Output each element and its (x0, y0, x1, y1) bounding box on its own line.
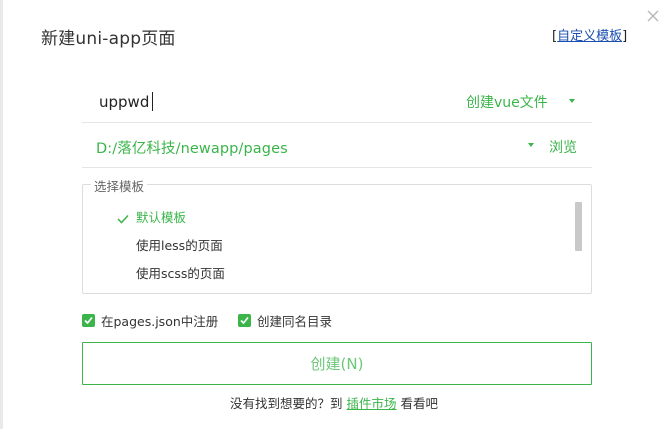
footer-suffix: 看看吧 (400, 396, 438, 411)
register-pages-json-label: 在pages.json中注册 (101, 313, 219, 329)
custom-template-link-wrapper: [自定义模板] (552, 25, 627, 44)
page-name-input[interactable] (99, 91, 399, 113)
page-name-row: 创建vue文件 (82, 82, 592, 123)
bracket-close: ] (622, 29, 628, 44)
template-item-scss[interactable]: 使用scss的页面 (136, 263, 225, 282)
page-path-row: D:/落亿科技/newapp/pages 浏览 (82, 127, 592, 168)
custom-template-link[interactable]: 自定义模板 (557, 29, 622, 44)
template-group: 选择模板 默认模板 使用less的页面 使用scss的页面 (82, 176, 592, 294)
checkbox-checked-icon[interactable] (238, 313, 251, 327)
chevron-down-icon[interactable] (569, 99, 575, 103)
browse-button[interactable]: 浏览 (549, 137, 577, 157)
file-type-select[interactable]: 创建vue文件 (466, 92, 548, 112)
create-button[interactable]: 创建(N) (82, 342, 592, 385)
template-scrollbar[interactable] (575, 202, 582, 251)
register-pages-json-checkbox[interactable]: 在pages.json中注册 (82, 311, 218, 329)
footer-hint: 没有找到想要的？到 插件市场 看看吧 (0, 393, 668, 412)
checkmark-icon (117, 209, 129, 224)
new-page-dialog: 新建uni-app页面 [自定义模板] 创建vue文件 D:/落亿科技/newa… (0, 0, 668, 429)
chevron-down-icon[interactable] (528, 143, 534, 147)
footer-prefix: 没有找到想要的？到 (229, 396, 343, 411)
page-path-field[interactable]: D:/落亿科技/newapp/pages (96, 137, 288, 158)
template-group-legend: 选择模板 (91, 176, 148, 195)
checkbox-checked-icon[interactable] (82, 313, 95, 327)
create-same-name-dir-label: 创建同名目录 (257, 313, 333, 329)
template-item-default[interactable]: 默认模板 (136, 207, 186, 226)
dialog-title: 新建uni-app页面 (41, 29, 176, 49)
window-edge (0, 0, 3, 429)
close-icon[interactable] (645, 8, 661, 24)
text-caret (152, 92, 153, 111)
plugin-market-link[interactable]: 插件市场 (346, 396, 396, 411)
template-item-less[interactable]: 使用less的页面 (136, 235, 223, 254)
create-same-name-dir-checkbox[interactable]: 创建同名目录 (238, 311, 332, 329)
